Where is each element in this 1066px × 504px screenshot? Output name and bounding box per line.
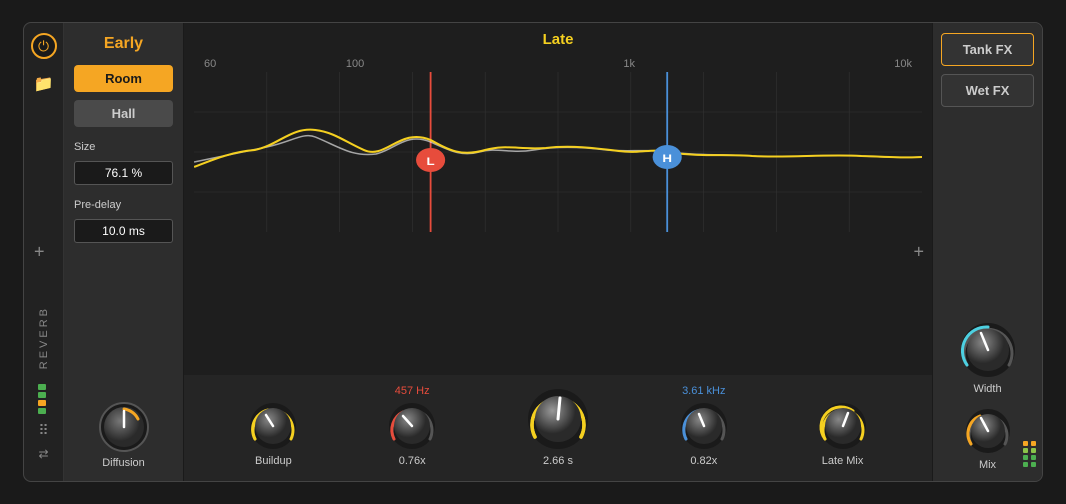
buildup-label: Buildup: [255, 455, 292, 467]
vu-meters-right: [1023, 441, 1036, 467]
hall-button[interactable]: Hall: [74, 100, 173, 127]
size-label: Size: [74, 141, 173, 153]
mix-knob[interactable]: [964, 407, 1012, 455]
low-ratio-label: 0.76x: [399, 455, 426, 467]
late-mix-group: Late Mix: [818, 401, 868, 467]
svg-text:L: L: [427, 155, 436, 168]
width-label: Width: [973, 383, 1001, 395]
predelay-value[interactable]: 10.0 ms: [74, 219, 173, 243]
plugin-container: ⏻ 📁 REVERB ⠿ ⇄ Early Room Hall Size 76.1…: [23, 22, 1043, 482]
vu-seg: [1031, 441, 1036, 446]
size-value[interactable]: 76.1 %: [74, 161, 173, 185]
arrows-icon[interactable]: ⇄: [38, 447, 48, 461]
high-ratio-label: 0.82x: [690, 455, 717, 467]
freq-1k: 1k: [623, 58, 635, 70]
late-mix-label: Late Mix: [822, 455, 864, 467]
freq-labels: 60 100 1k 10k: [184, 56, 932, 72]
decay-knob[interactable]: [526, 387, 590, 451]
eq-display: L H: [194, 72, 922, 375]
vu-bar: [38, 384, 46, 390]
buildup-knob[interactable]: [248, 401, 298, 451]
vu-meter-left: [38, 384, 48, 414]
freq-10k: 10k: [894, 58, 912, 70]
diffusion-knob-container[interactable]: [98, 401, 150, 453]
vu-seg: [1031, 462, 1036, 467]
width-knob[interactable]: [959, 321, 1017, 379]
right-knobs: Width: [941, 321, 1034, 471]
early-panel: Early Room Hall Size 76.1 % Pre-delay 10…: [64, 23, 184, 481]
dots-icon[interactable]: ⠿: [38, 422, 48, 439]
width-group: Width: [959, 321, 1017, 395]
high-freq-label: 3.61 kHz: [682, 385, 725, 397]
folder-icon[interactable]: 📁: [34, 74, 54, 94]
vu-bar: [38, 408, 46, 414]
tank-fx-button[interactable]: Tank FX: [941, 33, 1034, 66]
mix-label: Mix: [979, 459, 996, 471]
low-ratio-knob[interactable]: [387, 401, 437, 451]
freq-60: 60: [204, 58, 216, 70]
high-ratio-group: 3.61 kHz: [679, 385, 729, 467]
eq-svg: L H: [194, 72, 922, 232]
svg-text:H: H: [662, 152, 672, 165]
sidebar-bottom: ⠿ ⇄: [38, 384, 48, 461]
vu-col-left: [1023, 441, 1028, 467]
vu-col-right: [1031, 441, 1036, 467]
predelay-label: Pre-delay: [74, 199, 173, 211]
vu-seg: [1023, 448, 1028, 453]
diffusion-section: Diffusion: [74, 401, 173, 469]
decay-group: 2.66 s: [526, 387, 590, 467]
knobs-row: Buildup 457 Hz: [184, 375, 932, 481]
decay-label: 2.66 s: [543, 455, 573, 467]
diffusion-label: Diffusion: [102, 457, 145, 469]
late-mix-knob[interactable]: [818, 401, 868, 451]
vu-seg: [1031, 448, 1036, 453]
vu-seg: [1023, 462, 1028, 467]
mix-group: Mix: [964, 407, 1012, 471]
low-freq-label: 457 Hz: [395, 385, 430, 397]
wet-fx-button[interactable]: Wet FX: [941, 74, 1034, 107]
vu-seg: [1023, 455, 1028, 460]
low-ratio-group: 457 Hz: [387, 385, 437, 467]
power-button[interactable]: ⏻: [31, 33, 57, 59]
right-panel: Tank FX Wet FX: [932, 23, 1042, 481]
vu-bar: [38, 400, 46, 406]
reverb-label: REVERB: [38, 306, 50, 369]
vu-seg: [1023, 441, 1028, 446]
vu-seg: [1031, 455, 1036, 460]
late-header: Late: [184, 23, 932, 56]
freq-100: 100: [346, 58, 364, 70]
room-button[interactable]: Room: [74, 65, 173, 92]
left-plus-button[interactable]: +: [34, 242, 45, 263]
early-title: Early: [74, 35, 173, 53]
diffusion-knob[interactable]: [98, 401, 150, 453]
vu-bar: [38, 392, 46, 398]
right-plus-button[interactable]: +: [913, 242, 924, 263]
high-ratio-knob[interactable]: [679, 401, 729, 451]
main-area: Late 60 100 1k 10k: [184, 23, 932, 481]
buildup-group: Buildup: [248, 401, 298, 467]
